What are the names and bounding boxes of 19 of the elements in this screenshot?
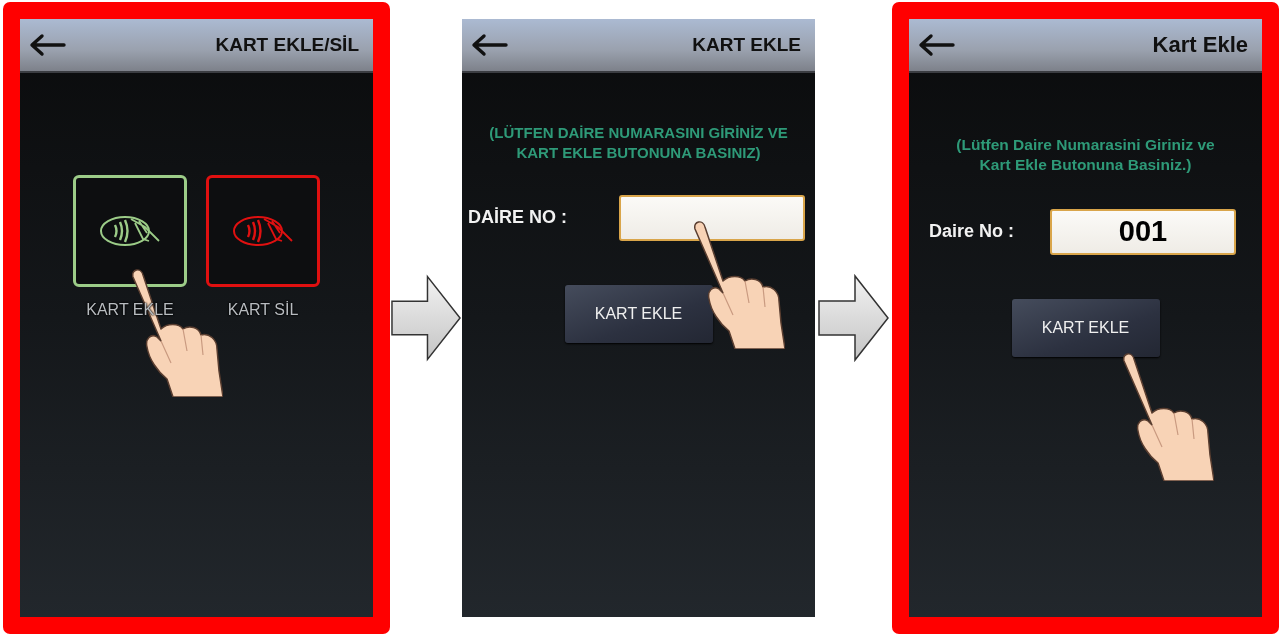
screen-title: Kart Ekle [1152,31,1248,58]
instruction-text: (Lütfen Daire Numarasini Giriniz ve Kart Ekle Butonuna Basiniz.) [955,134,1216,175]
back-arrow-icon[interactable] [28,32,66,57]
right-arrow-icon [817,272,890,363]
back-arrow-icon[interactable] [917,32,955,57]
card-option-tile[interactable] [206,174,320,287]
field-label: DAİRE NO : [468,207,567,228]
field-label: Daire No : [929,221,1015,242]
right-arrow-icon [390,272,462,363]
card-option-tile[interactable] [73,174,187,287]
instruction-text: (LÜTFEN DAİRE NUMARASINI GİRİNİZ VE KART EKLE BUTONUNA BASINIZ) [488,122,789,163]
apartment-number-field[interactable]: 001 [1050,208,1236,255]
screen-title: KART EKLE [692,33,801,56]
add-card-button[interactable]: KART EKLE [1011,298,1160,357]
screen-title: KART EKLE/SİL [215,33,359,56]
back-arrow-icon[interactable] [470,32,508,57]
option-label: KART SİL [227,300,299,319]
add-card-button[interactable]: KART EKLE [564,284,713,343]
apartment-number-field[interactable] [619,194,805,241]
